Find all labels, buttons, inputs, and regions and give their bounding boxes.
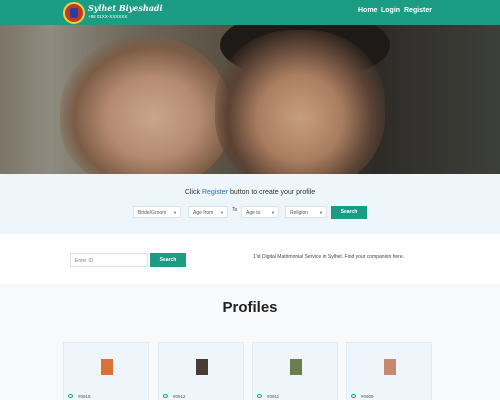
id-search-input[interactable]: Enter ID	[70, 253, 148, 267]
logo-subtitle: +88 01XX-XXXXXX	[88, 14, 128, 19]
profile-id: #0911	[267, 394, 280, 399]
religion-value: Religion	[290, 210, 309, 216]
age-from-select[interactable]: Age from ▼	[188, 206, 228, 218]
religion-select[interactable]: Religion ▼	[285, 206, 327, 218]
eye-icon	[351, 394, 356, 398]
register-link[interactable]: Register	[202, 189, 228, 196]
register-cta: Click Register button to create your pro…	[0, 189, 500, 196]
eye-icon	[163, 394, 168, 398]
id-search-section: Enter ID Search 1'st Digital Matrimonial…	[0, 234, 500, 284]
to-label: To	[232, 207, 238, 213]
profile-id: #0912	[173, 394, 186, 399]
search-button[interactable]: Search	[331, 206, 367, 219]
nav-register[interactable]: Register	[404, 7, 432, 14]
profile-photo[interactable]	[384, 359, 396, 375]
nav-login[interactable]: Login	[381, 7, 400, 14]
site-logo[interactable]: Sylhet Biyeshadi +88 01XX-XXXXXX	[63, 2, 163, 24]
hero-bride-image	[60, 35, 230, 174]
top-navbar: Sylhet Biyeshadi +88 01XX-XXXXXX Home Lo…	[0, 0, 500, 25]
profile-search-section: Click Register button to create your pro…	[0, 174, 500, 234]
cta-text-prefix: Click	[184, 189, 202, 196]
chevron-down-icon: ▼	[220, 210, 224, 215]
profile-id: #0909	[361, 394, 374, 399]
profiles-section: Profiles #0918 #0912 #0911 #0909	[0, 284, 500, 400]
chevron-down-icon: ▼	[173, 210, 177, 215]
chevron-down-icon: ▼	[319, 210, 323, 215]
profile-photo[interactable]	[290, 359, 302, 375]
hero-groom-image	[215, 30, 385, 174]
profile-id: #0918	[78, 394, 91, 399]
logo-title: Sylhet Biyeshadi	[88, 3, 163, 13]
nav-home[interactable]: Home	[358, 7, 377, 14]
id-search-button[interactable]: Search	[150, 253, 186, 267]
chevron-down-icon: ▼	[271, 210, 275, 215]
profile-card[interactable]: #0918	[63, 342, 149, 400]
site-tagline: 1'st Digital Matrimonial Service in Sylh…	[253, 254, 405, 260]
eye-icon	[68, 394, 73, 398]
cta-text-suffix: button to create your profile	[228, 189, 316, 196]
gender-select[interactable]: Bride/Groom ▼	[133, 206, 181, 218]
profile-card[interactable]: #0911	[252, 342, 338, 400]
profile-card[interactable]: #0912	[158, 342, 244, 400]
eye-icon	[257, 394, 262, 398]
profile-photo[interactable]	[196, 359, 208, 375]
gender-select-value: Bride/Groom	[138, 210, 167, 216]
profile-photo[interactable]	[101, 359, 113, 375]
age-to-value: Age to	[246, 210, 261, 216]
logo-emblem-icon	[63, 2, 85, 24]
hero-banner	[0, 25, 500, 174]
profiles-heading: Profiles	[222, 299, 278, 316]
age-to-select[interactable]: Age to ▼	[241, 206, 279, 218]
profile-card[interactable]: #0909	[346, 342, 432, 400]
age-from-value: Age from	[193, 210, 214, 216]
